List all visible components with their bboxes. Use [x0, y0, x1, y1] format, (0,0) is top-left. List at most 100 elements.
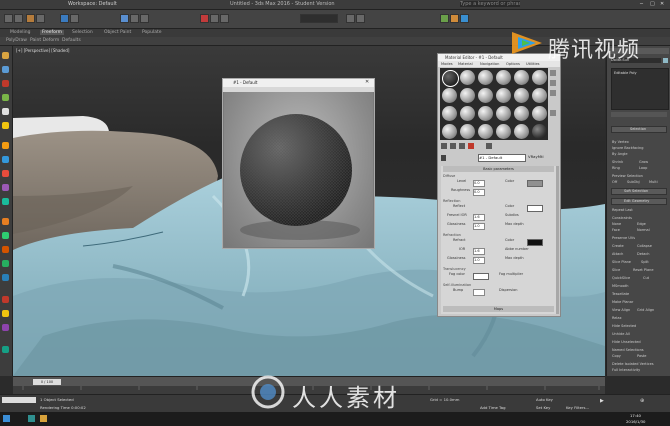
foliage-icon[interactable]: [2, 296, 9, 303]
button-msmooth[interactable]: MSmooth: [612, 284, 629, 288]
button-slice-plane[interactable]: Slice Plane: [612, 260, 631, 264]
select-by-name-icon[interactable]: [70, 14, 79, 23]
rollout-selection[interactable]: Selection: [611, 126, 667, 133]
menu-navigation[interactable]: Navigation: [480, 62, 499, 66]
sample-slot[interactable]: [496, 124, 511, 139]
button-create[interactable]: Create: [612, 244, 624, 248]
button-hide-selected[interactable]: Hide Selected: [612, 324, 636, 328]
radio-normal[interactable]: Normal: [637, 228, 650, 232]
modifier-stack[interactable]: Editable Poly: [611, 68, 669, 110]
align-icon[interactable]: [356, 14, 365, 23]
particles-icon[interactable]: [2, 218, 9, 225]
ribbon-defaults[interactable]: Defaults: [62, 38, 81, 43]
button-make-planar[interactable]: Make Planar: [612, 300, 633, 304]
maps-rollout-header[interactable]: Maps: [443, 306, 554, 312]
minimize-icon[interactable]: ─: [640, 1, 643, 7]
show-map-icon[interactable]: [486, 143, 492, 149]
rotate-icon[interactable]: [130, 14, 139, 23]
sample-slot[interactable]: [460, 106, 475, 121]
add-time-tag[interactable]: Add Time Tag: [480, 405, 505, 410]
create-teapot-icon[interactable]: [2, 108, 9, 115]
reflect-color-swatch[interactable]: [527, 205, 543, 212]
material-name-field[interactable]: #1 - Default: [478, 154, 526, 162]
key-filters-button[interactable]: Key Filters...: [566, 405, 589, 410]
close-icon[interactable]: ✕: [660, 1, 664, 7]
ribbon-polydraw[interactable]: PolyDraw: [6, 38, 27, 43]
radio-face[interactable]: Face: [612, 228, 620, 232]
sample-type-icon[interactable]: [550, 70, 556, 76]
set-key-button[interactable]: Set Key: [536, 405, 550, 410]
button-collapse[interactable]: Collapse: [637, 244, 652, 248]
sample-slot[interactable]: [460, 124, 475, 139]
background-icon[interactable]: [550, 90, 556, 96]
extras-icon[interactable]: [2, 346, 9, 353]
redo-icon[interactable]: [14, 14, 23, 23]
button-paste[interactable]: Paste: [637, 354, 646, 358]
tab-populate[interactable]: Populate: [142, 30, 162, 35]
material-editor-icon[interactable]: [440, 14, 449, 23]
maxscript-listener[interactable]: [2, 397, 36, 403]
diffuse-color-swatch[interactable]: [527, 180, 543, 187]
tab-selection[interactable]: Selection: [72, 30, 93, 35]
button-grow[interactable]: Grow: [639, 160, 648, 164]
button-copy[interactable]: Copy: [612, 354, 621, 358]
param-value[interactable]: 1.0: [473, 257, 485, 264]
radio-subobj[interactable]: SubObj: [627, 180, 640, 184]
sample-slot[interactable]: [478, 106, 493, 121]
rollout-header[interactable]: Basic parameters: [443, 166, 554, 172]
sample-slot[interactable]: [460, 70, 475, 85]
button-ring[interactable]: Ring: [612, 166, 620, 170]
taskbar-app-icon[interactable]: [40, 415, 47, 422]
search-input[interactable]: Type a keyword or phrase: [460, 1, 520, 7]
rollout-soft-selection[interactable]: Soft Selection: [611, 188, 667, 195]
menu-utilities[interactable]: Utilities: [526, 62, 540, 66]
snap-icon[interactable]: [200, 14, 209, 23]
tab-modeling[interactable]: Modeling: [10, 30, 30, 35]
refract-color-swatch[interactable]: [527, 239, 543, 246]
sample-slot[interactable]: [460, 88, 475, 103]
param-value[interactable]: 1.6: [473, 248, 485, 255]
sample-slot[interactable]: [478, 88, 493, 103]
checkbox-preserve-uvs[interactable]: Preserve UVs: [612, 236, 635, 240]
param-value[interactable]: 0.0: [473, 180, 485, 187]
preview-title-bar[interactable]: #1 - Default ✕: [223, 79, 374, 87]
checkbox-delete-isolated[interactable]: Delete Isolated Vertices: [612, 362, 654, 366]
cameras-icon[interactable]: [2, 156, 9, 163]
radio-none[interactable]: None: [612, 222, 621, 226]
button-tessellate[interactable]: Tessellate: [612, 292, 629, 296]
systems-icon[interactable]: [2, 198, 9, 205]
taskbar-app-icon[interactable]: [28, 415, 35, 422]
spacewarps-icon[interactable]: [2, 184, 9, 191]
sample-slot[interactable]: [514, 106, 529, 121]
option-by-angle[interactable]: By Angle: [612, 152, 628, 156]
undo-icon[interactable]: [4, 14, 13, 23]
viewport-label[interactable]: [+] [Perspective] [Shaded]: [16, 48, 70, 53]
sample-slot[interactable]: [514, 88, 529, 103]
modifier-stack-item[interactable]: Editable Poly: [614, 71, 637, 75]
sample-slot[interactable]: [442, 124, 457, 139]
fog-color-swatch[interactable]: [473, 273, 489, 280]
compound-icon[interactable]: [2, 232, 9, 239]
stack-tools[interactable]: [611, 112, 667, 117]
sample-slot[interactable]: [532, 124, 547, 139]
button-unhide-all[interactable]: Unhide All: [612, 332, 630, 336]
mirror-icon[interactable]: [346, 14, 355, 23]
angle-snap-icon[interactable]: [210, 14, 219, 23]
menu-material[interactable]: Material: [458, 62, 473, 66]
sample-slot[interactable]: [442, 70, 459, 87]
sample-slot[interactable]: [496, 88, 511, 103]
button-view-align[interactable]: View Align: [612, 308, 630, 312]
frame-counter[interactable]: 0 / 100: [33, 379, 61, 385]
sample-slot[interactable]: [532, 70, 547, 85]
maximize-icon[interactable]: □: [650, 1, 655, 7]
sample-slot[interactable]: [514, 70, 529, 85]
button-attach[interactable]: Attach: [612, 252, 623, 256]
button-detach[interactable]: Detach: [637, 252, 650, 256]
radio-edge[interactable]: Edge: [637, 222, 646, 226]
material-type-button[interactable]: VRayMtl: [528, 154, 554, 160]
unlink-icon[interactable]: [36, 14, 45, 23]
wall-icon[interactable]: [2, 310, 9, 317]
menu-options[interactable]: Options: [506, 62, 520, 66]
lights-icon[interactable]: [2, 142, 9, 149]
sample-slot[interactable]: [532, 106, 547, 121]
